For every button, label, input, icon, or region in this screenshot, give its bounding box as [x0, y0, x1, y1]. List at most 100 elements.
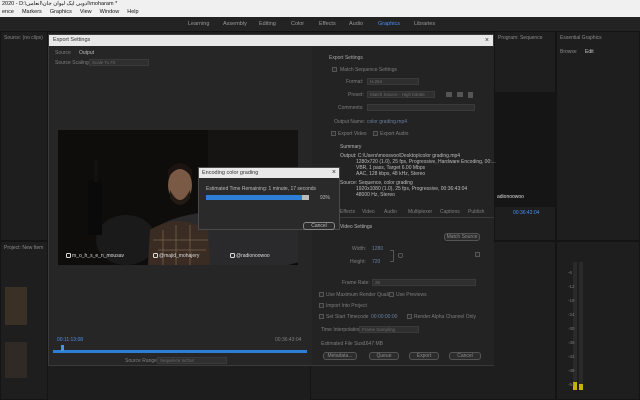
- file-size-value: 1647 MB: [363, 341, 384, 347]
- clip-thumbnail[interactable]: [5, 342, 27, 378]
- eg-tab-edit[interactable]: Edit: [585, 49, 594, 55]
- export-video-checkbox[interactable]: [331, 131, 336, 136]
- audio-meter-panel: [556, 241, 640, 400]
- comments-field[interactable]: [367, 104, 475, 111]
- time-interp-select[interactable]: Frame Sampling: [359, 326, 419, 333]
- source-monitor-panel: Source: (no clips): [0, 31, 48, 241]
- workspace-tab-graphics[interactable]: Graphics: [378, 17, 400, 31]
- source-range-label: Source Range:: [125, 358, 159, 364]
- menu-item-view[interactable]: View: [80, 9, 92, 15]
- project-panel: Project: New Item: [0, 241, 48, 400]
- max-render-checkbox[interactable]: [319, 292, 324, 297]
- workspace-bar: Learning Assembly Editing Color Effects Audio…: [0, 17, 640, 32]
- meter-tick-label: -42: [568, 354, 575, 359]
- start-timecode-value[interactable]: 00:00:00:00: [371, 314, 397, 320]
- cancel-encoding-button[interactable]: Cancel: [303, 222, 335, 230]
- tab-captions[interactable]: Captions: [440, 209, 460, 215]
- range-bar[interactable]: [53, 350, 307, 353]
- format-select[interactable]: H.264: [367, 78, 419, 85]
- menu-item-window[interactable]: Window: [100, 9, 120, 15]
- metadata-button[interactable]: Metadata...: [323, 352, 357, 360]
- meter-level-right: [579, 384, 583, 390]
- watermark-2: @majid_mohajery: [153, 253, 199, 259]
- comments-label: Comments:: [338, 105, 364, 111]
- frame-rate-label: Frame Rate:: [342, 280, 370, 286]
- frame-rate-select[interactable]: 25: [372, 279, 476, 286]
- tab-video[interactable]: Video: [362, 209, 375, 215]
- tab-source[interactable]: Source: [55, 50, 71, 56]
- match-source-button[interactable]: Match Source: [444, 233, 480, 241]
- tab-multiplexer[interactable]: Multiplexer: [408, 209, 432, 215]
- preset-label: Preset:: [348, 92, 364, 98]
- program-panel-label: Program: Sequence: [498, 35, 543, 41]
- queue-button[interactable]: Queue: [369, 352, 399, 360]
- start-timecode-label: Set Start Timecode: [326, 314, 369, 320]
- summary-line: AAC, 128 kbps, 48 kHz, Stereo: [356, 171, 426, 177]
- output-summary: Output: C:\Users\moosvoo\Desktop\color g…: [340, 153, 496, 198]
- workspace-tab-audio[interactable]: Audio: [349, 17, 363, 31]
- watermark-handle: @majid_mohajery: [159, 253, 200, 259]
- format-label: Format:: [346, 79, 364, 85]
- program-watermark: adionoowoo: [497, 194, 524, 200]
- menu-item-graphics[interactable]: Graphics: [50, 9, 72, 15]
- width-value[interactable]: 1280: [372, 246, 383, 252]
- output-name-link[interactable]: color grading.mp4: [367, 119, 407, 125]
- project-panel-label: Project: New Item: [4, 245, 44, 251]
- summary-heading: Summary: [340, 144, 362, 150]
- instagram-icon: [66, 253, 71, 259]
- meter-tick-label: -6: [568, 270, 573, 275]
- match-sequence-label: Match Sequence Settings: [340, 67, 397, 73]
- close-icon[interactable]: ×: [485, 35, 489, 46]
- workspace-tab-effects[interactable]: Effects: [319, 17, 336, 31]
- start-timecode-checkbox[interactable]: [319, 314, 324, 319]
- source-scaling-select[interactable]: Scale To Fit: [89, 59, 149, 66]
- save-preset-icon[interactable]: [446, 92, 452, 97]
- eg-panel-title: Essential Graphics: [560, 35, 602, 41]
- current-timecode: 00:11:13:08: [57, 337, 84, 343]
- close-icon[interactable]: ×: [332, 168, 336, 178]
- export-video-label: Export Video: [338, 131, 367, 137]
- tab-effects[interactable]: Effects: [340, 209, 355, 215]
- height-value[interactable]: 720: [372, 259, 380, 265]
- duration-timecode: 00:36:43:04: [275, 337, 302, 343]
- use-previews-checkbox[interactable]: [389, 292, 394, 297]
- cancel-export-button[interactable]: Cancel: [449, 352, 481, 360]
- tab-publish[interactable]: Publish: [468, 209, 484, 215]
- match-sequence-checkbox[interactable]: [332, 67, 337, 72]
- eg-tab-browse[interactable]: Browse: [560, 49, 577, 55]
- tab-audio[interactable]: Audio: [384, 209, 397, 215]
- preset-select[interactable]: Match Source - High bitrate: [367, 91, 435, 98]
- meter-tick-label: -12: [568, 284, 575, 289]
- output-name-label: Output Name:: [334, 119, 366, 125]
- workspace-tab-libraries[interactable]: Libraries: [414, 17, 435, 31]
- meter-tick-label: -30: [568, 326, 575, 331]
- width-label: Width:: [352, 246, 367, 252]
- instagram-icon: [153, 253, 158, 259]
- export-audio-checkbox[interactable]: [373, 131, 378, 136]
- import-preset-icon[interactable]: [457, 92, 463, 97]
- menu-item-help[interactable]: Help: [127, 9, 138, 15]
- program-timecode: 00:36:43:04: [513, 210, 540, 216]
- source-range-select[interactable]: Sequence In/Out: [157, 357, 227, 364]
- menu-item-markers[interactable]: Markers: [22, 9, 42, 15]
- time-remaining-text: Estimated Time Remaining: 1 minute, 17 s…: [206, 186, 317, 192]
- import-project-checkbox[interactable]: [319, 303, 324, 308]
- tab-output[interactable]: Output: [79, 50, 94, 56]
- max-render-label: Use Maximum Render Quality: [326, 292, 393, 298]
- trash-icon[interactable]: [468, 92, 473, 98]
- use-previews-label: Use Previews: [396, 292, 427, 298]
- program-preview: [495, 92, 557, 207]
- playhead[interactable]: [61, 345, 64, 351]
- width-checkbox[interactable]: [475, 252, 480, 257]
- menu-item-ence[interactable]: ence: [2, 9, 14, 15]
- clip-thumbnail[interactable]: [5, 287, 27, 325]
- render-alpha-checkbox[interactable]: [407, 314, 412, 319]
- workspace-tab-color[interactable]: Color: [291, 17, 304, 31]
- watermark-1: m_o_h_s_e_n_mousav: [66, 253, 124, 259]
- chain-icon[interactable]: [398, 253, 403, 258]
- workspace-tab-editing[interactable]: Editing: [259, 17, 276, 31]
- workspace-tab-assembly[interactable]: Assembly: [223, 17, 247, 31]
- export-button[interactable]: Export: [409, 352, 439, 360]
- workspace-tab-learning[interactable]: Learning: [188, 17, 209, 31]
- encoding-dialog-title: Encoding color grading: [199, 168, 339, 178]
